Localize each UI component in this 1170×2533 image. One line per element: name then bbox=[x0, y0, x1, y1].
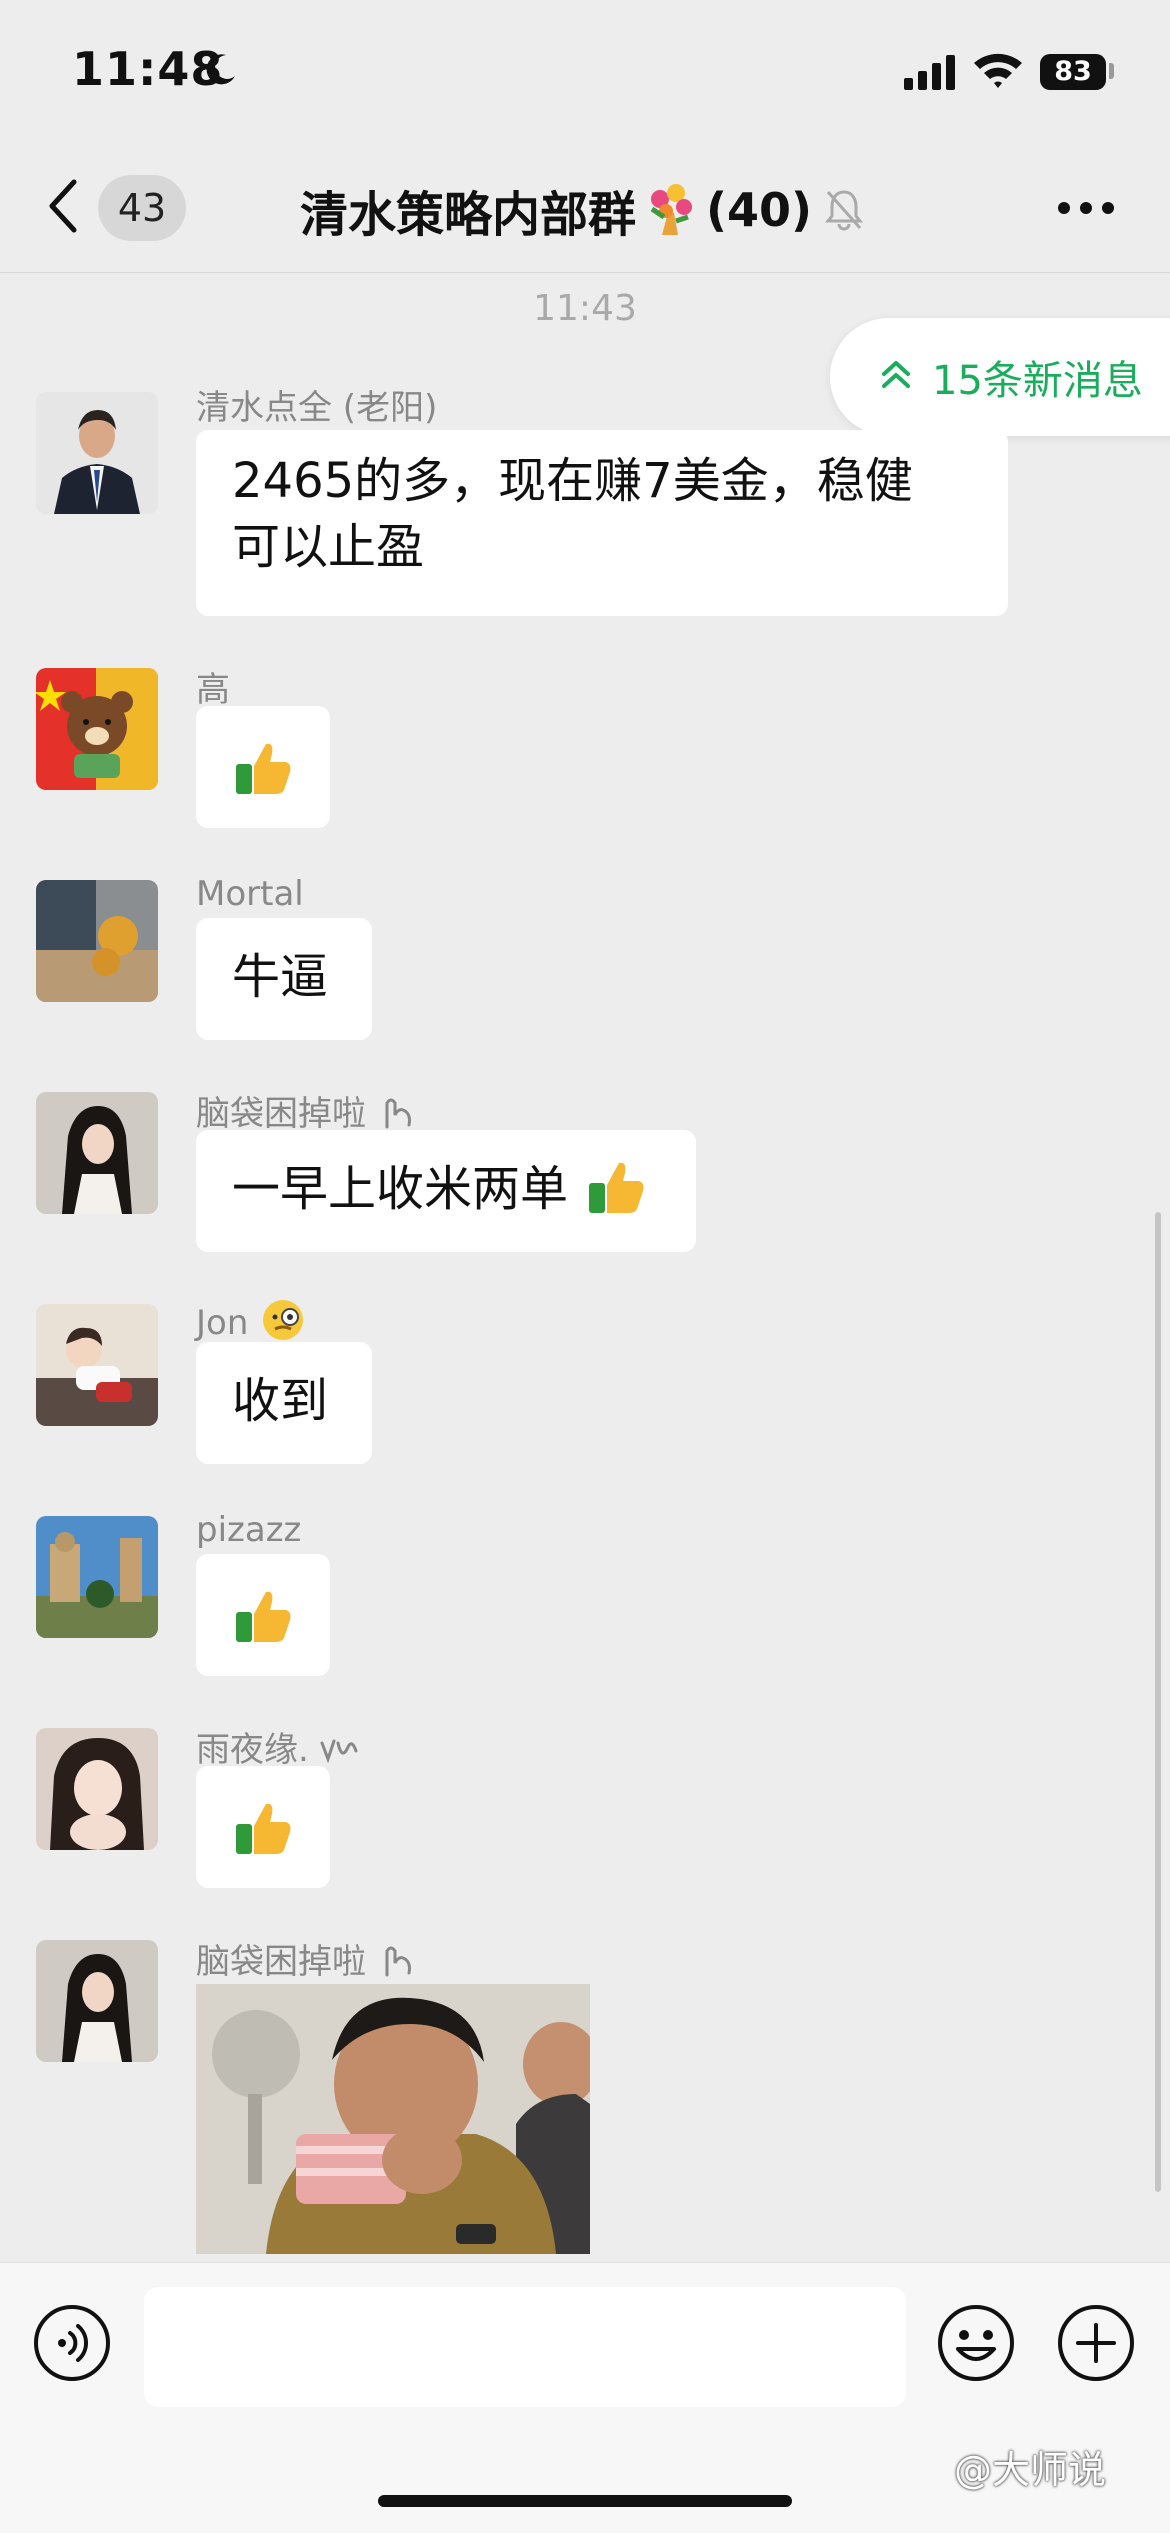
avatar[interactable] bbox=[36, 1728, 158, 1850]
avatar[interactable] bbox=[36, 392, 158, 514]
message-bubble[interactable] bbox=[196, 706, 330, 828]
message-bubble[interactable]: 收到 bbox=[196, 1342, 372, 1464]
sender-name: 脑袋困掉啦 bbox=[196, 1934, 417, 1983]
avatar[interactable] bbox=[36, 668, 158, 790]
chat-title: 清水策略内部群 bbox=[300, 187, 637, 243]
message-input[interactable] bbox=[144, 2287, 906, 2407]
status-time: 11:48 bbox=[72, 42, 224, 96]
message-bubble[interactable]: 2465的多，现在赚7美金，稳健 可以止盈 bbox=[196, 430, 1008, 616]
message-text: 2465的多，现在赚7美金，稳健 bbox=[232, 453, 913, 509]
message-bubble[interactable] bbox=[196, 1766, 330, 1888]
avatar[interactable] bbox=[36, 1092, 158, 1214]
new-messages-label: 15条新消息 bbox=[932, 358, 1143, 404]
input-bar: @大师说 bbox=[0, 2262, 1170, 2533]
sender-name: 脑袋困掉啦 bbox=[196, 1086, 417, 1135]
thumbs-up-icon bbox=[236, 1591, 291, 1642]
mute-bell-icon bbox=[824, 190, 864, 231]
more-options-icon[interactable] bbox=[1056, 198, 1116, 218]
status-bar: 11:48 83 bbox=[0, 0, 1170, 150]
emoji-icon[interactable] bbox=[936, 2303, 1016, 2383]
message-text: 一早上收米两单 bbox=[232, 1161, 569, 1217]
monocle-face-icon bbox=[263, 1300, 304, 1340]
plus-icon[interactable] bbox=[1056, 2303, 1136, 2383]
wifi-icon bbox=[974, 53, 1022, 88]
home-indicator[interactable] bbox=[378, 2495, 792, 2507]
signature-doodle-icon bbox=[320, 1739, 358, 1764]
chat-scrollbar[interactable] bbox=[1155, 1212, 1161, 2192]
unread-count-badge[interactable]: 43 bbox=[98, 175, 186, 241]
message-bubble[interactable]: 一早上收米两单 bbox=[196, 1130, 696, 1252]
sender-name: 高 bbox=[196, 670, 230, 710]
sender-name: Mortal bbox=[196, 874, 304, 914]
thumbs-up-icon bbox=[589, 1162, 644, 1213]
sender-name-text: 脑袋困掉啦 bbox=[196, 1942, 366, 1982]
cellular-signal-icon bbox=[904, 55, 955, 90]
message-text: 可以止盈 bbox=[232, 519, 425, 575]
voice-input-icon[interactable] bbox=[32, 2303, 112, 2383]
flower-bouquet-icon bbox=[650, 184, 693, 235]
sender-name: pizazz bbox=[196, 1510, 302, 1550]
back-arrow-icon[interactable] bbox=[44, 176, 84, 236]
hand-doodle-icon bbox=[385, 1098, 411, 1129]
avatar[interactable] bbox=[36, 1940, 158, 2062]
avatar[interactable] bbox=[36, 880, 158, 1002]
message-text: 收到 bbox=[232, 1373, 329, 1429]
sender-name-text: 脑袋困掉啦 bbox=[196, 1094, 366, 1134]
battery-icon: 83 bbox=[1040, 54, 1106, 90]
thumbs-up-icon bbox=[236, 1803, 291, 1854]
message-text: 牛逼 bbox=[232, 949, 329, 1005]
chat-title-group[interactable]: 清水策略内部群 (40) bbox=[300, 180, 864, 243]
sender-name: 清水点全 (老阳) bbox=[196, 388, 438, 428]
watermark: @大师说 bbox=[954, 2448, 1107, 2492]
battery-tip bbox=[1109, 63, 1114, 79]
message-bubble[interactable]: 牛逼 bbox=[196, 918, 372, 1040]
message-bubble[interactable] bbox=[196, 1554, 330, 1676]
double-chevron-up-icon bbox=[882, 361, 910, 388]
thumbs-up-icon bbox=[236, 743, 291, 794]
avatar[interactable] bbox=[36, 1516, 158, 1638]
sender-name: Jon bbox=[196, 1298, 305, 1343]
image-message[interactable] bbox=[196, 1984, 590, 2254]
chat-header: 43 清水策略内部群 (40) bbox=[0, 150, 1170, 273]
sender-name-text: Jon bbox=[196, 1303, 249, 1343]
new-messages-button[interactable]: 15条新消息 bbox=[830, 318, 1170, 436]
battery-level: 83 bbox=[1054, 56, 1092, 87]
hand-doodle-icon bbox=[385, 1946, 411, 1977]
moon-icon bbox=[206, 54, 235, 85]
avatar[interactable] bbox=[36, 1304, 158, 1426]
sender-name-text: 雨夜缘. bbox=[196, 1730, 309, 1770]
sender-name: 雨夜缘. bbox=[196, 1722, 360, 1771]
member-count: (40) bbox=[706, 183, 813, 237]
